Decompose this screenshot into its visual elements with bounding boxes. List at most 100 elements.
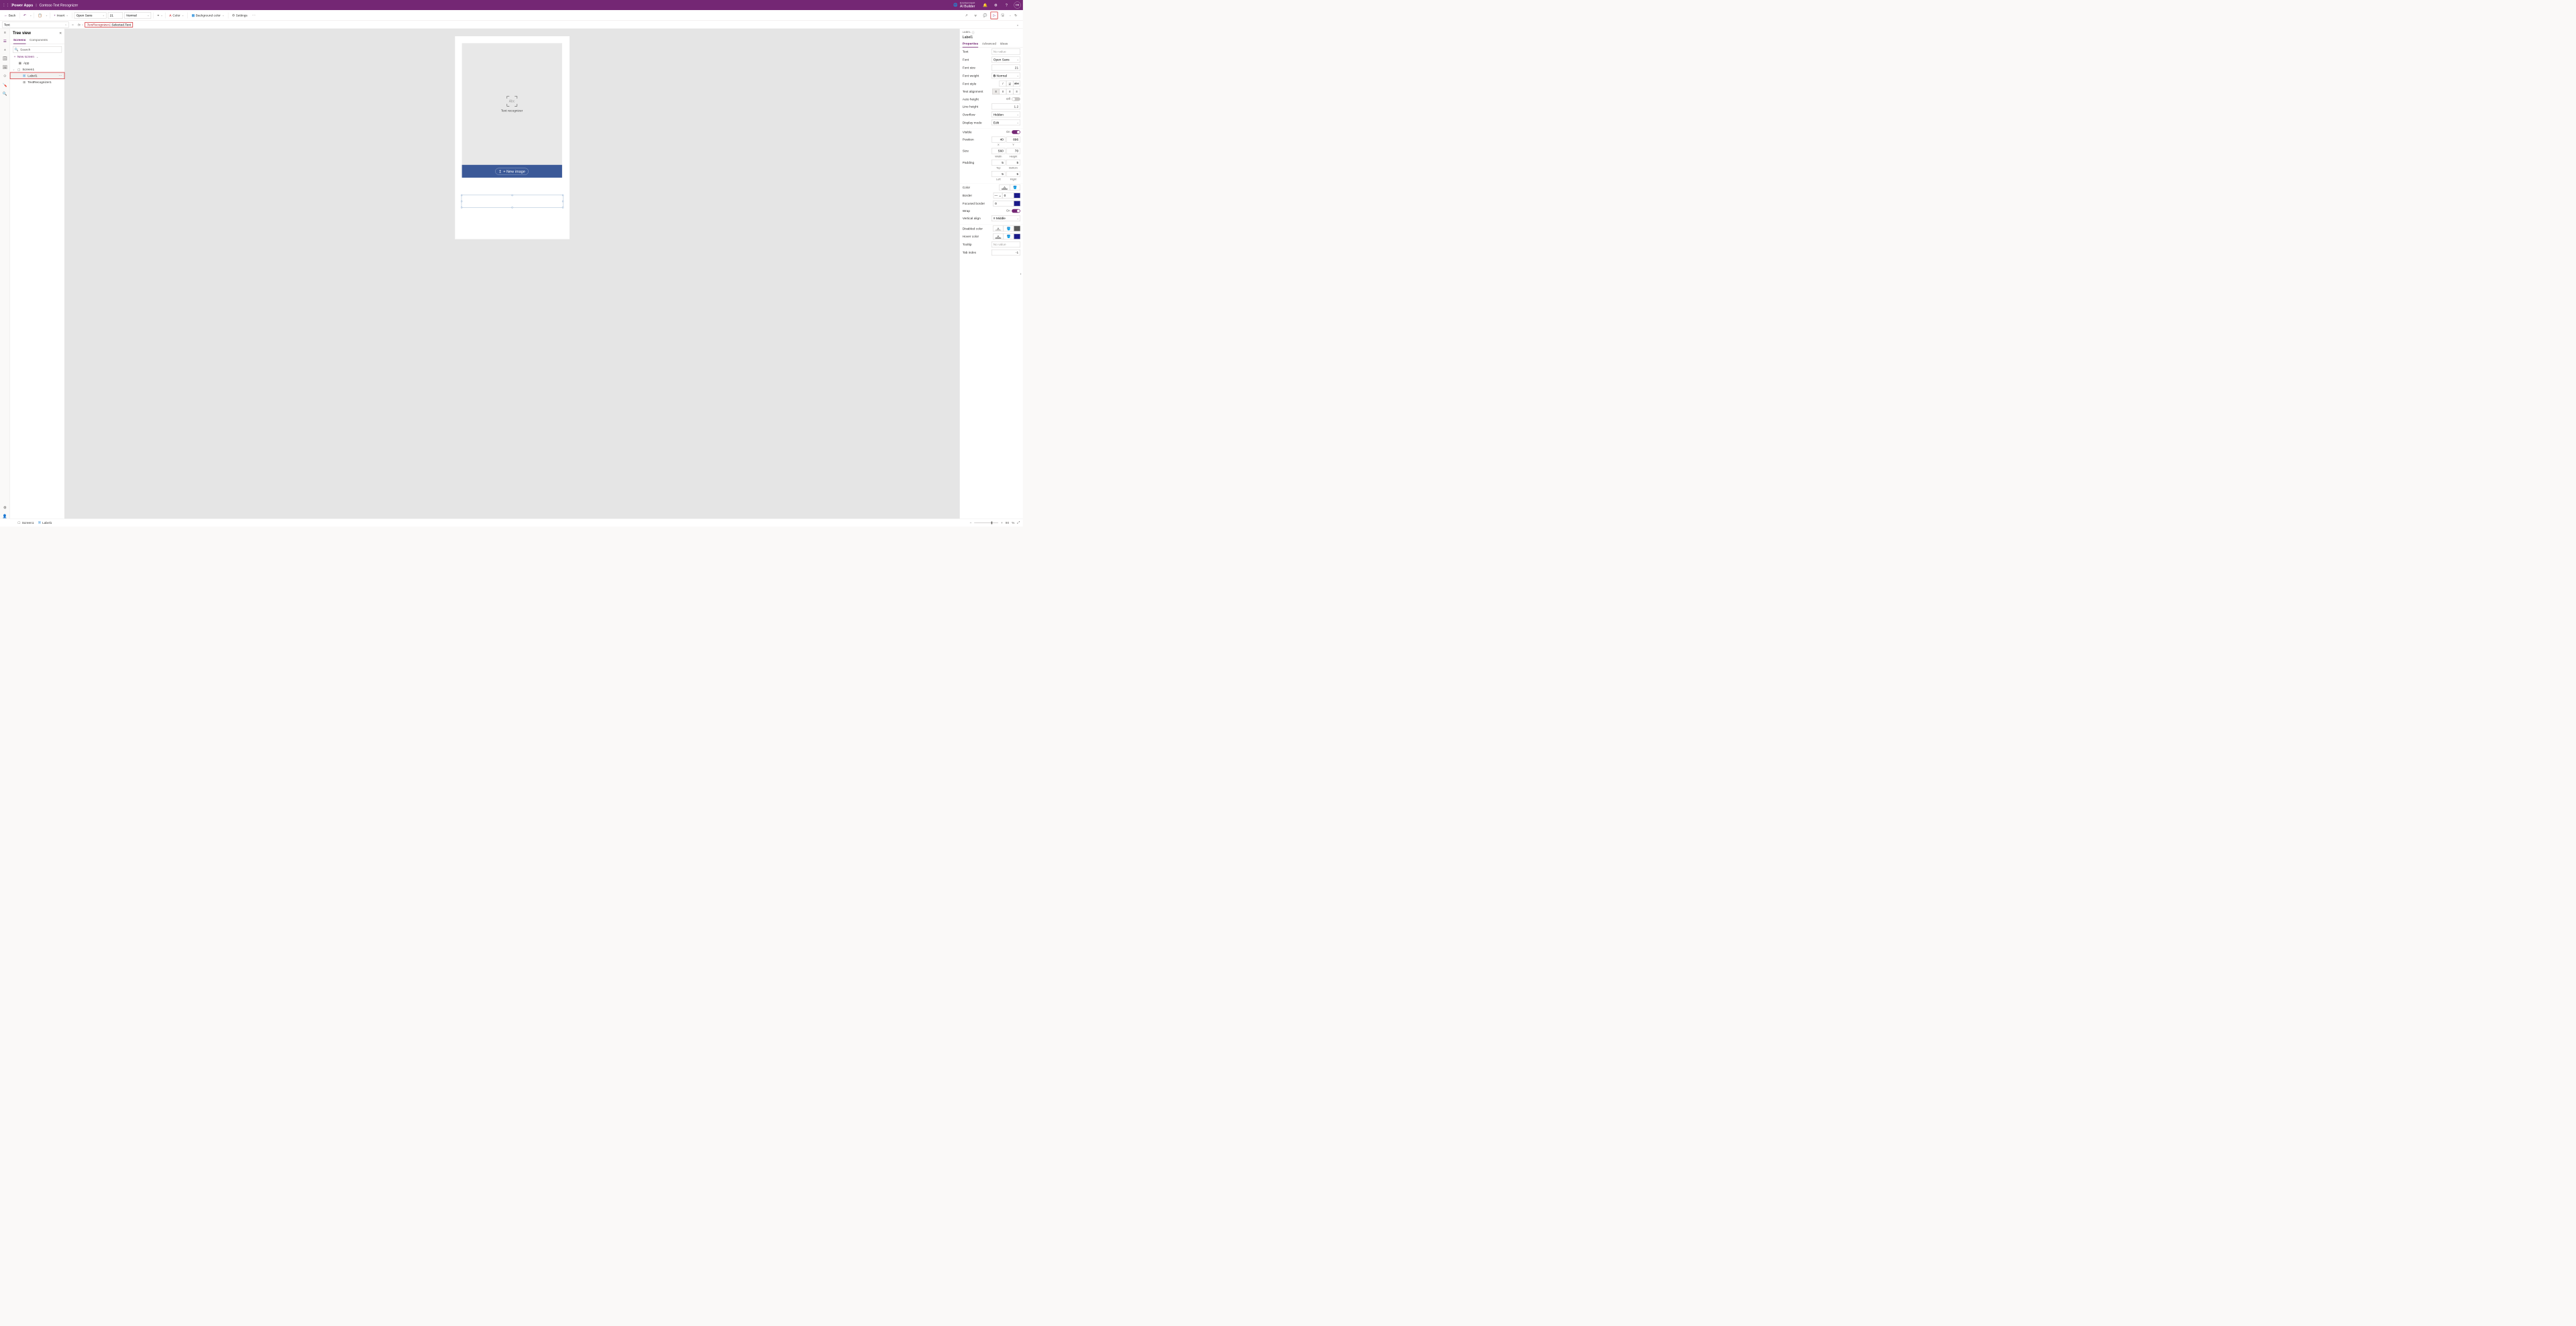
font-weight-select[interactable]: Normal⌄ bbox=[125, 12, 152, 19]
play-button[interactable]: ▷ bbox=[991, 11, 998, 19]
ask-rail-icon[interactable]: 👤 bbox=[3, 514, 7, 518]
hover-border-swatch[interactable] bbox=[1014, 234, 1020, 239]
prop-align-group[interactable]: ≡ ≡ ≡ ≡ bbox=[993, 89, 1020, 95]
prop-displaymode-select[interactable]: Edit⌄ bbox=[991, 119, 1020, 125]
breadcrumb-label[interactable]: ☒Label1 bbox=[38, 521, 52, 525]
user-avatar[interactable]: DB bbox=[1014, 1, 1020, 8]
zoom-in-icon[interactable]: + bbox=[1001, 521, 1003, 525]
text-recognizer-control[interactable]: Abc Text recognizer ↥+ New image bbox=[462, 43, 561, 178]
chevron-down-icon[interactable]: ⌄ bbox=[13, 68, 15, 70]
tab-properties[interactable]: Properties bbox=[963, 40, 979, 47]
border-width-input[interactable]: 0 bbox=[1002, 192, 1014, 199]
screen-canvas[interactable]: Abc Text recognizer ↥+ New image bbox=[455, 36, 570, 239]
notifications-icon[interactable]: 🔔 bbox=[980, 3, 991, 7]
align-center-icon[interactable]: ≡ bbox=[1000, 89, 1007, 95]
font-select[interactable]: Open Sans⌄ bbox=[74, 12, 107, 19]
search-rail-icon[interactable]: 🔍 bbox=[3, 91, 7, 96]
selected-name[interactable]: Label1 bbox=[960, 34, 1023, 40]
back-button[interactable]: ←Back bbox=[3, 12, 17, 18]
disabled-font-swatch[interactable]: A bbox=[993, 225, 1004, 231]
zoom-slider[interactable] bbox=[974, 522, 998, 523]
prop-wrap-toggle[interactable] bbox=[1012, 209, 1020, 213]
settings-button[interactable]: ⚙Settings bbox=[230, 12, 249, 18]
focusedborder-color-swatch[interactable] bbox=[1014, 201, 1020, 206]
font-color-button[interactable]: AColor⌄ bbox=[168, 12, 186, 18]
align-justify-icon[interactable]: ≡ bbox=[1013, 89, 1020, 95]
close-panel-icon[interactable]: ✕ bbox=[59, 32, 62, 36]
prop-overflow-select[interactable]: Hidden⌄ bbox=[991, 111, 1020, 117]
prop-y-input[interactable]: 896 bbox=[1006, 137, 1020, 143]
paste-chevron-icon[interactable]: ⌄ bbox=[46, 14, 48, 17]
new-image-button[interactable]: ↥+ New image bbox=[462, 165, 561, 178]
bg-color-button[interactable]: ▦Background color⌄ bbox=[190, 12, 225, 18]
formula-input[interactable]: TextRecognizer1.Selected.Text bbox=[85, 21, 1012, 27]
publish-icon[interactable]: ↻ bbox=[1013, 12, 1020, 18]
prop-text-input[interactable]: No value bbox=[991, 49, 1020, 55]
prop-fontsize-input[interactable]: 21 bbox=[991, 64, 1020, 70]
undo-chevron-icon[interactable]: ⌄ bbox=[30, 14, 32, 17]
checker-icon[interactable]: ᯤ bbox=[973, 12, 980, 19]
save-icon[interactable]: 🖫 bbox=[1000, 11, 1007, 19]
hover-font-swatch[interactable]: A bbox=[993, 233, 1004, 239]
tree-search[interactable]: 🔍Search bbox=[13, 46, 62, 53]
prop-padtop-input[interactable]: 5 bbox=[991, 160, 1006, 166]
tree-node-recognizer[interactable]: ⊞TextRecognizer1 bbox=[10, 79, 64, 86]
panel-expand-icon[interactable]: › bbox=[1020, 272, 1022, 276]
prop-tooltip-input[interactable]: No value bbox=[991, 241, 1020, 247]
breadcrumb-screen[interactable]: ▢Screen1 bbox=[17, 521, 34, 525]
hamburger-icon[interactable]: ≡ bbox=[4, 30, 6, 34]
comments-icon[interactable]: 💬 bbox=[981, 12, 989, 18]
prop-padbottom-input[interactable]: 5 bbox=[1006, 160, 1020, 166]
paste-button[interactable]: 📋 bbox=[36, 12, 44, 18]
prop-font-select[interactable]: Open Sans⌄ bbox=[991, 57, 1020, 63]
hover-fill-swatch[interactable]: 🪣 bbox=[1003, 233, 1014, 239]
environment-picker[interactable]: 🌐 Environment AI Builder bbox=[953, 2, 975, 9]
prop-fontstyle-group[interactable]: I U abc bbox=[1000, 80, 1020, 87]
app-launcher-icon[interactable]: ⋮⋮⋮ bbox=[2, 3, 10, 7]
underline-icon[interactable]: U bbox=[1006, 80, 1014, 87]
align-right-icon[interactable]: ≡ bbox=[1006, 89, 1014, 95]
tree-node-app[interactable]: ▦App bbox=[10, 60, 64, 66]
media-icon[interactable]: 🖼 bbox=[3, 65, 7, 70]
prop-x-input[interactable]: 40 bbox=[991, 137, 1006, 143]
font-size-input[interactable]: 21 bbox=[108, 12, 123, 19]
italic-icon[interactable]: I bbox=[1000, 80, 1007, 87]
zoom-out-icon[interactable]: − bbox=[970, 521, 972, 525]
tree-node-label[interactable]: ☒Label1⋯ bbox=[10, 72, 64, 79]
prop-padleft-input[interactable]: 5 bbox=[991, 171, 1006, 177]
prop-width-input[interactable]: 560 bbox=[991, 148, 1006, 154]
share-icon[interactable]: ↗ bbox=[963, 12, 971, 18]
property-select[interactable]: Text⌄ bbox=[2, 21, 68, 27]
label-control-selected[interactable] bbox=[462, 195, 564, 208]
tab-screens[interactable]: Screens bbox=[13, 37, 26, 44]
border-style-select[interactable]: — ⌄ bbox=[994, 192, 1003, 199]
disabled-fill-swatch[interactable]: 🪣 bbox=[1003, 225, 1014, 231]
variables-icon[interactable]: ⟐ bbox=[3, 74, 6, 78]
prop-padright-input[interactable]: 5 bbox=[1006, 171, 1020, 177]
help-icon[interactable]: ? bbox=[1001, 3, 1012, 7]
canvas[interactable]: Abc Text recognizer ↥+ New image bbox=[64, 29, 959, 518]
advanced-tools-icon[interactable]: 🪛 bbox=[3, 82, 7, 87]
insert-button[interactable]: +Insert⌄ bbox=[52, 12, 70, 18]
tab-components[interactable]: Components bbox=[30, 37, 48, 44]
new-screen-button[interactable]: +New screen⌄ bbox=[10, 54, 64, 60]
list-icon[interactable]: ≡⌄ bbox=[156, 12, 163, 18]
more-icon[interactable]: ⋯ bbox=[251, 12, 258, 18]
focusedborder-width-input[interactable]: 0 bbox=[993, 201, 1014, 207]
settings-gear-icon[interactable]: ⚙ bbox=[990, 3, 1001, 7]
data-icon[interactable]: 🗄 bbox=[3, 56, 7, 61]
fx-icon[interactable]: fx⌄ bbox=[76, 23, 85, 27]
undo-button[interactable]: ↶ bbox=[21, 12, 28, 18]
tab-ideas[interactable]: Ideas bbox=[1000, 40, 1008, 47]
font-color-swatch[interactable]: A bbox=[1000, 184, 1010, 190]
disabled-border-swatch[interactable] bbox=[1014, 226, 1020, 231]
prop-valign-select[interactable]: ≡ Middle⌄ bbox=[991, 215, 1020, 221]
expand-formula-icon[interactable]: ⌄ bbox=[1012, 23, 1023, 27]
prop-lineheight-input[interactable]: 1.2 bbox=[991, 103, 1020, 109]
tree-view-icon[interactable]: ☰ bbox=[3, 39, 7, 44]
prop-fontweight-select[interactable]: B Normal⌄ bbox=[991, 72, 1020, 78]
settings-rail-icon[interactable]: ⚙ bbox=[3, 505, 7, 510]
prop-height-input[interactable]: 70 bbox=[1006, 148, 1020, 154]
fit-icon[interactable]: ⤢ bbox=[1017, 520, 1020, 524]
border-color-swatch[interactable] bbox=[1014, 193, 1020, 199]
